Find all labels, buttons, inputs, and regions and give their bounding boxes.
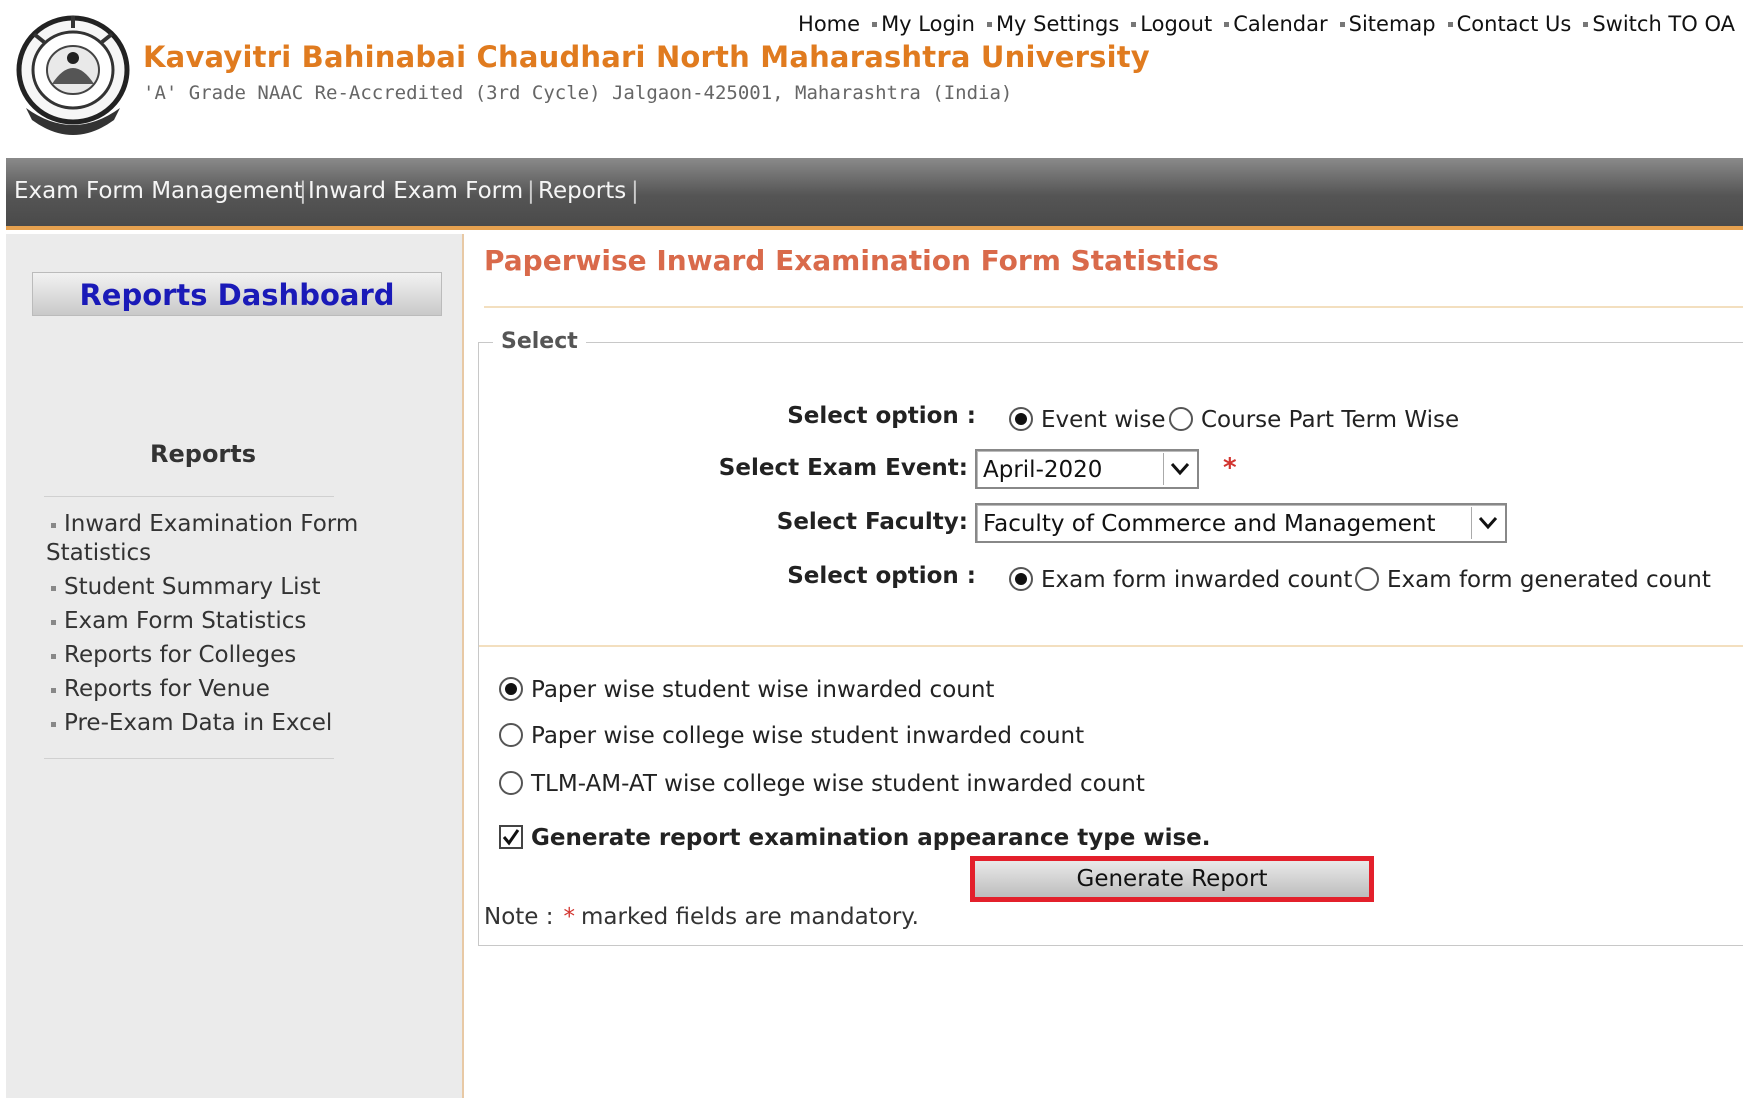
radio-label-course-part-term-wise: Course Part Term Wise	[1201, 407, 1460, 433]
faculty-select[interactable]: Faculty of Commerce and Management	[975, 503, 1507, 543]
mandatory-note: Note : * marked fields are mandatory.	[484, 904, 919, 930]
radio-label-tlm-am-at-wise: TLM-AM-AT wise college wise student inwa…	[531, 771, 1145, 797]
top-link-home[interactable]: Home	[798, 12, 860, 36]
sidebar-item-student-summary-list[interactable]: Student Summary List	[46, 573, 366, 602]
reports-dashboard-button[interactable]: Reports Dashboard	[32, 272, 442, 316]
radio-course-part-term-wise[interactable]	[1169, 407, 1193, 431]
sidebar-item-pre-exam-data-in-excel[interactable]: Pre-Exam Data in Excel	[46, 709, 366, 738]
radio-label-exam-form-inwarded-count: Exam form inwarded count	[1041, 567, 1353, 593]
required-star: *	[1223, 453, 1237, 483]
radio-label-paper-wise-student-wise: Paper wise student wise inwarded count	[531, 677, 995, 703]
exam-event-value: April-2020	[983, 457, 1103, 483]
top-link-my-settings[interactable]: My Settings	[986, 12, 1119, 36]
select-option-label: Select option :	[787, 403, 976, 429]
generate-report-button[interactable]: Generate Report	[970, 856, 1374, 902]
radio-label-paper-wise-college-wise: Paper wise college wise student inwarded…	[531, 723, 1085, 749]
section-divider	[479, 645, 1743, 647]
radio-label-exam-form-generated-count: Exam form generated count	[1387, 567, 1711, 593]
reports-list: Inward Examination Form Statistics Stude…	[46, 510, 366, 743]
note-prefix: Note :	[484, 904, 554, 930]
chevron-down-icon	[1471, 507, 1503, 539]
divider	[44, 496, 334, 497]
page-title: Paperwise Inward Examination Form Statis…	[484, 244, 1219, 277]
top-link-switch-to-oa[interactable]: Switch TO OA	[1583, 12, 1735, 36]
select-count-option-label: Select option :	[787, 563, 976, 589]
university-subtitle: 'A' Grade NAAC Re-Accredited (3rd Cycle)…	[143, 82, 1013, 104]
radio-event-wise[interactable]	[1009, 407, 1033, 431]
faculty-label: Select Faculty:	[776, 509, 968, 535]
appearance-type-checkbox[interactable]	[499, 825, 523, 849]
main-content: Paperwise Inward Examination Form Statis…	[466, 234, 1743, 1098]
sidebar-item-inward-examination-form-statistics[interactable]: Inward Examination Form Statistics	[46, 510, 366, 568]
sidebar-item-exam-form-statistics[interactable]: Exam Form Statistics	[46, 607, 366, 636]
checkmark-icon	[502, 829, 520, 846]
radio-paper-wise-student-wise[interactable]	[499, 677, 523, 701]
exam-event-label: Select Exam Event:	[718, 455, 968, 481]
appearance-type-label: Generate report examination appearance t…	[531, 825, 1211, 851]
top-link-my-login[interactable]: My Login	[872, 12, 975, 36]
top-links: Home My Login My Settings Logout Calenda…	[786, 12, 1735, 36]
chevron-down-icon	[1163, 453, 1195, 485]
radio-paper-wise-college-wise[interactable]	[499, 723, 523, 747]
exam-event-select[interactable]: April-2020	[975, 449, 1199, 489]
radio-label-event-wise: Event wise	[1041, 407, 1166, 433]
sidebar-item-reports-for-colleges[interactable]: Reports for Colleges	[46, 641, 366, 670]
university-name: Kavayitri Bahinabai Chaudhari North Maha…	[143, 40, 1150, 74]
reports-section-title: Reports	[150, 440, 257, 468]
sidebar-item-reports-for-venue[interactable]: Reports for Venue	[46, 675, 366, 704]
radio-exam-form-inwarded-count[interactable]	[1009, 567, 1033, 591]
nav-separator: |	[631, 178, 639, 204]
top-link-contact-us[interactable]: Contact Us	[1447, 12, 1571, 36]
nav-separator: |	[527, 178, 535, 204]
nav-separator: |	[299, 178, 307, 204]
fieldset-legend: Select	[493, 329, 586, 354]
top-link-calendar[interactable]: Calendar	[1224, 12, 1328, 36]
main-nav-bar: Exam Form Management | Inward Exam Form …	[6, 158, 1743, 230]
reports-sidebar: Reports Dashboard Reports Inward Examina…	[6, 234, 464, 1098]
nav-reports[interactable]: Reports	[538, 178, 626, 204]
note-text: marked fields are mandatory.	[581, 904, 919, 930]
divider	[44, 758, 334, 759]
top-link-sitemap[interactable]: Sitemap	[1339, 12, 1436, 36]
nav-exam-form-management[interactable]: Exam Form Management	[14, 178, 303, 204]
title-divider	[484, 306, 1743, 308]
site-header: Kavayitri Bahinabai Chaudhari North Maha…	[0, 0, 1743, 158]
nav-inward-exam-form[interactable]: Inward Exam Form	[308, 178, 523, 204]
radio-tlm-am-at-wise[interactable]	[499, 771, 523, 795]
top-link-logout[interactable]: Logout	[1131, 12, 1212, 36]
radio-exam-form-generated-count[interactable]	[1355, 567, 1379, 591]
university-seal-icon	[16, 15, 130, 135]
required-star: *	[563, 904, 576, 930]
faculty-value: Faculty of Commerce and Management	[983, 511, 1436, 537]
